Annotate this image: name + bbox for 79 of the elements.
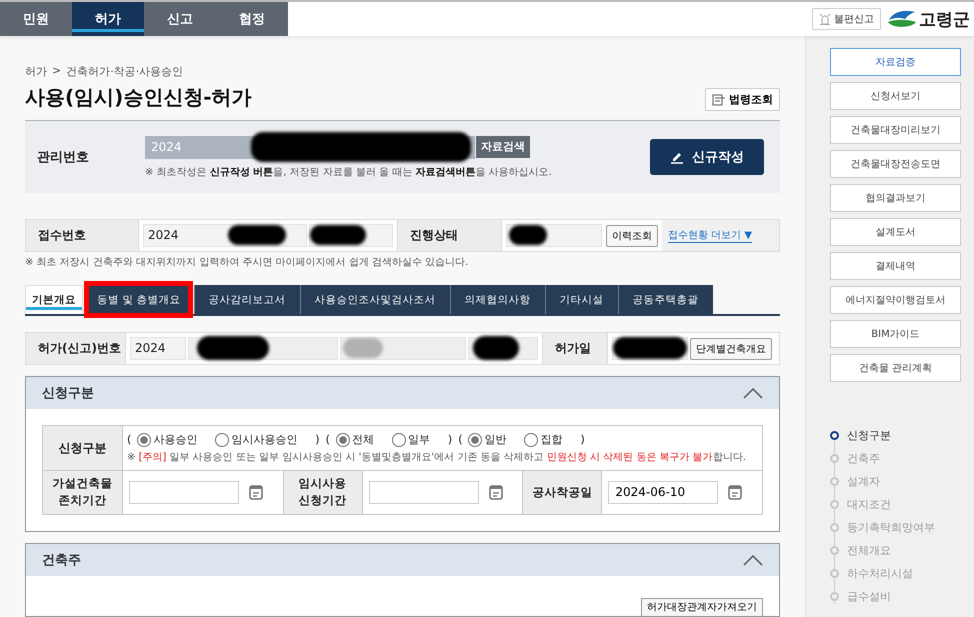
tab[interactable]: 기본개요 — [25, 285, 83, 314]
calendar-icon — [249, 484, 263, 500]
tab[interactable]: 공사감리보고서 — [194, 285, 300, 314]
nav-tab[interactable]: 민원 — [0, 2, 72, 36]
nav-tab[interactable]: 허가 — [72, 2, 144, 36]
permit-number-field: 2024 — [130, 337, 186, 360]
sidebar-button[interactable]: 자료검증 — [830, 48, 961, 76]
step-link[interactable]: 신청구분 — [847, 428, 891, 443]
tab[interactable]: 기타시설 — [544, 285, 618, 314]
law-lookup-button[interactable]: 법령조회 — [705, 88, 780, 111]
parenthesis: ) — [315, 433, 320, 446]
field-label: 공사착공일 — [522, 471, 602, 514]
radio-label[interactable]: 일부 — [408, 432, 430, 447]
calendar-icon — [728, 484, 742, 500]
report-button[interactable]: 불편신고 — [812, 8, 881, 30]
breadcrumb-item[interactable]: 건축허가·착공·사용승인 — [66, 64, 184, 80]
sidebar-button[interactable]: 결제내역 — [830, 252, 961, 280]
radio-button[interactable] — [392, 432, 406, 446]
date-input-field[interactable] — [368, 480, 479, 504]
data-search-button[interactable]: 자료검색 — [476, 136, 530, 158]
parenthesis: ( — [326, 433, 330, 446]
sidebar-button[interactable]: BIM가이드 — [830, 320, 961, 348]
sidebar-button[interactable]: 건축물 관리계획 — [830, 354, 961, 382]
sidebar-button[interactable]: 에너지절약이행검토서 — [830, 286, 961, 314]
radio-label[interactable]: 사용승인 — [153, 432, 198, 447]
field-label: 허가일 — [542, 333, 608, 364]
logo-icon — [887, 8, 917, 30]
receipt-number-field: 2024 — [143, 224, 307, 247]
import-parties-button[interactable]: 허가대장관계자가져오기 — [641, 598, 763, 616]
breadcrumb-separator: > — [52, 64, 62, 79]
field-label: 허가(신고)번호 — [26, 333, 126, 364]
stage-overview-button[interactable]: 단계별건축개요 — [690, 338, 772, 360]
tab[interactable]: 사용승인조사및검사조서 — [300, 285, 450, 314]
notice-text: ※ 최초 저장시 건축주와 대지위치까지 입력하여 주시면 마이페이지에서 쉽게 검색하실수 있습니다. — [25, 256, 470, 269]
tab[interactable]: 의제협의사항 — [450, 285, 545, 314]
logo-text: 고령군 — [919, 8, 970, 30]
chevron-up-icon[interactable] — [743, 387, 763, 399]
date-input-field[interactable] — [129, 480, 239, 504]
nav-tab[interactable]: 신고 — [144, 2, 216, 36]
new-write-button[interactable]: 신규작성 — [650, 139, 764, 175]
sidebar-button[interactable]: 협의결과보기 — [830, 184, 961, 212]
sidebar-button[interactable]: 건축물대장미리보기 — [830, 116, 961, 144]
field-label: 접수번호 — [26, 220, 139, 251]
siren-icon — [819, 13, 831, 25]
hint-text: ※ 최초작성은 신규작성 버튼을, 저장된 자료를 불러 올 때는 자료검색버튼을 사용하십시오. — [145, 166, 553, 178]
parenthesis: ) — [580, 433, 585, 446]
breadcrumb-item[interactable]: 허가 — [25, 64, 47, 80]
radio-button[interactable] — [215, 432, 230, 446]
warning-text: ※ [주의] 일부 사용승인 또는 일부 임시사용승인 시 '동별및층별개요'에서 기존 동을 삭제하고 민원신청 시 삭제된 동은 복구가 불가합니다. — [127, 451, 747, 464]
radio-button[interactable] — [524, 432, 538, 446]
calendar-icon — [488, 484, 503, 500]
section-title: 신청구분 — [42, 385, 94, 402]
nav-tab[interactable]: 협정 — [216, 2, 288, 36]
page-title: 사용(임시)승인신청-허가 — [25, 84, 252, 111]
sidebar-button[interactable]: 설계도서 — [830, 218, 961, 246]
parenthesis: ( — [127, 433, 132, 446]
field-label: 관리번호 — [37, 149, 90, 166]
section-title: 건축주 — [42, 552, 81, 568]
tab[interactable]: 공동주택총괄 — [618, 285, 713, 314]
radio-button[interactable] — [468, 432, 482, 446]
field-label: 신청구분 — [43, 426, 123, 470]
date-input-field[interactable]: 2024-06-10 — [608, 480, 718, 504]
radio-button[interactable] — [336, 432, 350, 446]
radio-label[interactable]: 임시사용승인 — [231, 432, 298, 447]
pencil-icon — [670, 150, 684, 164]
sidebar-button[interactable]: 신청서보기 — [830, 82, 961, 110]
radio-label[interactable]: 전체 — [352, 432, 374, 447]
sidebar-button[interactable]: 건축물대장전송도면 — [830, 150, 961, 178]
radio-button[interactable] — [137, 432, 152, 446]
parenthesis: ) — [448, 433, 452, 446]
field-label: 임시사용 신청기간 — [282, 471, 363, 514]
radio-label[interactable]: 일반 — [484, 432, 506, 447]
parenthesis: ( — [458, 433, 462, 446]
radio-label[interactable]: 집합 — [540, 432, 562, 447]
document-icon — [712, 94, 726, 106]
chevron-up-icon[interactable] — [743, 554, 763, 566]
history-button[interactable]: 이력조회 — [606, 224, 658, 246]
field-label: 가설건축물 존치기간 — [43, 471, 123, 514]
field-label: 진행상태 — [397, 220, 502, 251]
